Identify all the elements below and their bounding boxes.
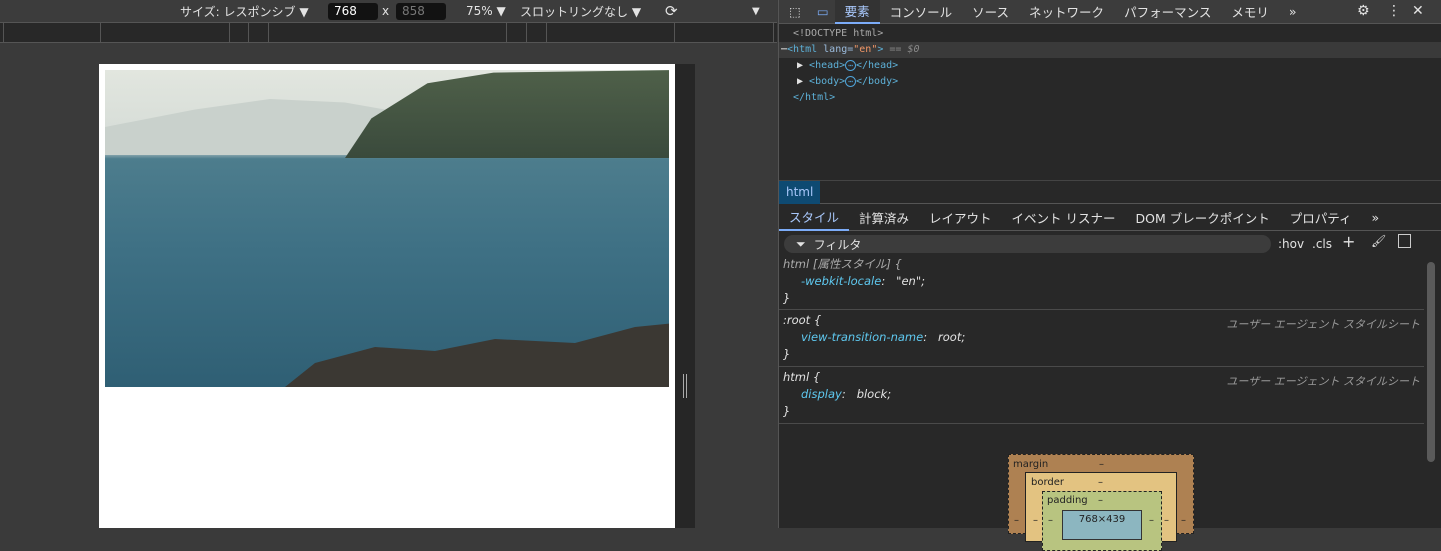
style-rule: html [属性スタイル] { -webkit-locale: "en"; } xyxy=(779,256,1424,310)
inspect-element-icon[interactable]: ⬚ xyxy=(779,0,811,24)
cls-button[interactable]: .cls xyxy=(1312,237,1332,251)
head-open: <head> xyxy=(809,60,846,71)
border-left-value[interactable]: – xyxy=(1033,515,1038,526)
resize-handle[interactable] xyxy=(675,64,695,528)
more-tabs-button[interactable]: » xyxy=(1279,0,1307,24)
filter-icon: ⏷ xyxy=(796,236,806,251)
subtab-styles[interactable]: スタイル xyxy=(779,204,850,231)
expand-ellipsis[interactable]: ⋯ xyxy=(845,60,856,71)
margin-label: margin xyxy=(1013,459,1049,470)
margin-right-value[interactable]: – xyxy=(1181,515,1186,526)
doctype-node[interactable]: <!DOCTYPE html> xyxy=(779,26,1441,42)
lang-attr: lang= xyxy=(817,44,854,55)
tab-console[interactable]: コンソール xyxy=(880,0,963,24)
subtab-layout[interactable]: レイアウト xyxy=(919,204,1002,231)
rule-value[interactable]: "en"; xyxy=(896,274,925,288)
filter-input[interactable]: ⏷ フィルタ xyxy=(784,235,1271,253)
html-node-selected[interactable]: ⋯<html lang="en"> == $0 xyxy=(779,42,1441,58)
tab-sources[interactable]: ソース xyxy=(962,0,1019,24)
media-query-ruler[interactable] xyxy=(0,23,777,43)
border-top-value[interactable]: – xyxy=(1098,477,1103,488)
dimension-separator: x xyxy=(382,4,390,18)
hov-button[interactable]: :hov xyxy=(1278,237,1304,251)
new-rule-plus-icon[interactable]: + xyxy=(1342,232,1355,251)
close-icon[interactable]: ✕ xyxy=(1412,3,1424,19)
rule-value[interactable]: root; xyxy=(938,330,965,344)
tab-elements[interactable]: 要素 xyxy=(834,0,880,24)
padding-label: padding xyxy=(1047,495,1088,506)
dom-tree: <!DOCTYPE html> ⋯<html lang="en"> == $0 … xyxy=(779,26,1441,106)
subtab-event-listeners[interactable]: イベント リスナー xyxy=(1002,204,1126,231)
box-model-margin: margin – – – border – – – padding – – – … xyxy=(1008,454,1194,551)
settings-gear-icon[interactable]: ⚙ xyxy=(1357,3,1370,19)
tab-performance[interactable]: パフォーマンス xyxy=(1114,0,1221,24)
rotate-icon[interactable]: ⟳ xyxy=(665,2,678,20)
box-model-padding: padding – – – 768×439 xyxy=(1042,491,1162,551)
box-model-content[interactable]: 768×439 xyxy=(1062,510,1142,540)
more-subtabs-button[interactable]: » xyxy=(1362,204,1390,231)
style-rule: :root { ユーザー エージェント スタイルシート view-transit… xyxy=(779,312,1424,367)
head-node[interactable]: ▶ <head> ⋯ </head> xyxy=(779,58,1441,74)
size-dropdown[interactable]: サイズ: レスポンシブ ▼ xyxy=(180,3,309,20)
border-label: border xyxy=(1031,477,1065,488)
subtab-properties[interactable]: プロパティ xyxy=(1280,204,1362,231)
rule-property[interactable]: display xyxy=(783,387,842,401)
box-model-border: border – – – padding – – – 768×439 xyxy=(1025,472,1177,551)
seascape-image xyxy=(105,70,669,387)
zoom-dropdown[interactable]: 75% ▼ xyxy=(466,4,506,18)
body-close: </body> xyxy=(856,76,899,87)
filter-placeholder: フィルタ xyxy=(813,237,862,252)
margin-left-value[interactable]: – xyxy=(1014,515,1019,526)
style-rule: html { ユーザー エージェント スタイルシート display: bloc… xyxy=(779,369,1424,424)
breadcrumb: html xyxy=(779,180,1441,204)
subtab-computed[interactable]: 計算済み xyxy=(849,204,919,231)
rule-source: ユーザー エージェント スタイルシート xyxy=(1226,375,1420,388)
rule-property[interactable]: view-transition-name xyxy=(783,330,923,344)
rule-close: } xyxy=(783,347,791,361)
rule-close: } xyxy=(783,291,791,305)
rule-value[interactable]: block; xyxy=(857,387,891,401)
devtools-tabbar: ⬚ ▭ 要素 コンソール ソース ネットワーク パフォーマンス メモリ » ⚙ … xyxy=(779,0,1441,24)
device-toolbar: サイズ: レスポンシブ ▼ 768 x 858 75% ▼ スロットリングなし … xyxy=(0,0,777,23)
body-node[interactable]: ▶ <body> ⋯ </body> xyxy=(779,74,1441,90)
devtools-panel: ⬚ ▭ 要素 コンソール ソース ネットワーク パフォーマンス メモリ » ⚙ … xyxy=(778,0,1441,551)
paint-brush-icon[interactable]: 🖌 xyxy=(1371,234,1386,248)
selected-marker: == $0 xyxy=(883,44,920,55)
margin-top-value[interactable]: – xyxy=(1099,459,1104,470)
lang-value: "en" xyxy=(853,44,878,55)
expand-ellipsis[interactable]: ⋯ xyxy=(845,76,856,87)
rule-close: } xyxy=(783,404,791,418)
kebab-menu-icon[interactable]: ⋮ xyxy=(1387,3,1401,19)
html-tag: <html xyxy=(787,44,818,55)
padding-top-value[interactable]: – xyxy=(1098,495,1103,506)
border-right-value[interactable]: – xyxy=(1164,515,1169,526)
throttle-dropdown[interactable]: スロットリングなし ▼ xyxy=(520,3,641,20)
padding-right-value[interactable]: – xyxy=(1149,515,1154,526)
rule-property[interactable]: -webkit-locale xyxy=(783,274,881,288)
device-emulation-pane: サイズ: レスポンシブ ▼ 768 x 858 75% ▼ スロットリングなし … xyxy=(0,0,777,528)
tab-network[interactable]: ネットワーク xyxy=(1019,0,1114,24)
rule-selector: html [属性スタイル] { xyxy=(783,257,902,271)
styles-scrollbar[interactable] xyxy=(1427,262,1435,462)
height-input[interactable]: 858 xyxy=(396,2,446,20)
tab-memory[interactable]: メモリ xyxy=(1221,0,1279,24)
rule-source: ユーザー エージェント スタイルシート xyxy=(1226,318,1420,331)
styles-subtabs: スタイル 計算済み レイアウト イベント リスナー DOM ブレークポイント プ… xyxy=(779,204,1441,231)
subtab-dom-breakpoints[interactable]: DOM ブレークポイント xyxy=(1126,204,1280,231)
toggle-sidebar-icon[interactable] xyxy=(1398,234,1411,248)
device-toggle-icon[interactable]: ▭ xyxy=(811,0,835,24)
padding-left-value[interactable]: – xyxy=(1048,515,1053,526)
breadcrumb-html[interactable]: html xyxy=(779,181,821,204)
html-close-node[interactable]: </html> xyxy=(779,90,1441,106)
more-options-dropdown[interactable]: ▼ xyxy=(752,6,760,17)
width-input[interactable]: 768 xyxy=(328,2,378,20)
body-open: <body> xyxy=(809,76,846,87)
head-close: </head> xyxy=(856,60,899,71)
